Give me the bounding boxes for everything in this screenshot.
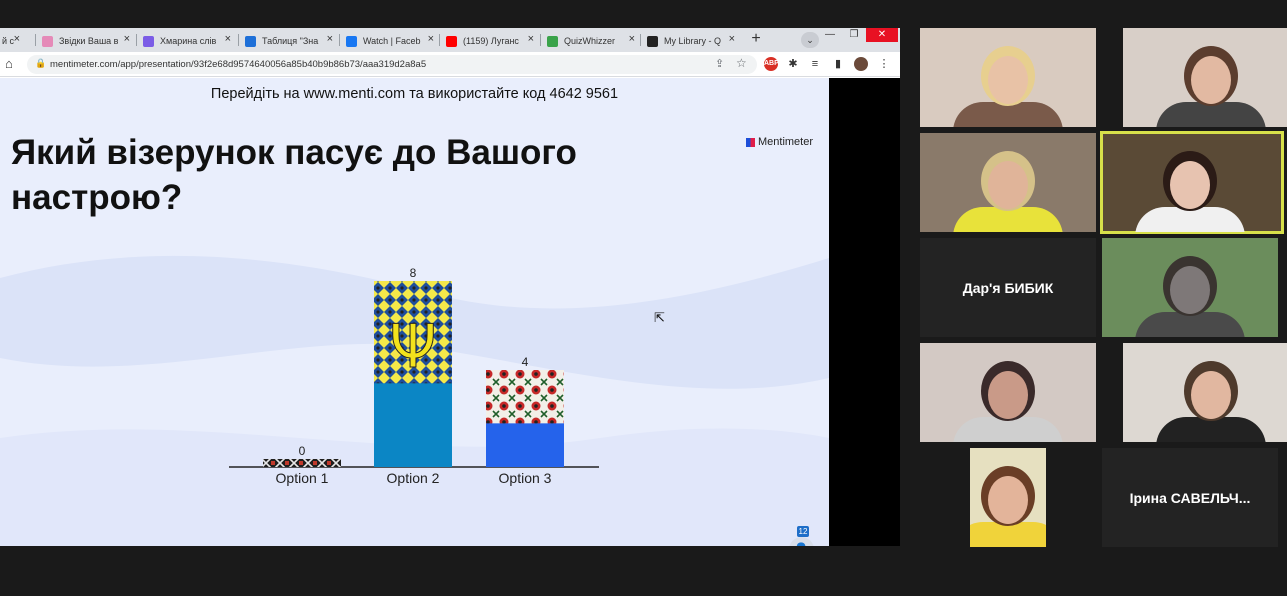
participant-face	[988, 161, 1028, 209]
participant-tile[interactable]: Дар'я БИБИК	[920, 238, 1096, 337]
tab-strip: й с × Звідки Ваша в × Хмарина слів × Таблиця "…	[0, 28, 900, 52]
browser-tab[interactable]: QuizWhizzer ×	[541, 30, 641, 52]
side-panel-icon[interactable]: ▮	[831, 57, 845, 71]
bar-value-label: 4	[522, 355, 529, 369]
participant-tile[interactable]: Ірина САВЕЛЬЧ...	[1102, 448, 1278, 547]
participant-tile[interactable]	[970, 448, 1046, 547]
browser-tab[interactable]: й с ×	[0, 30, 26, 52]
participant-tile[interactable]	[1123, 28, 1287, 127]
tab-label: My Library - Q	[664, 36, 722, 46]
browser-tab[interactable]: Таблиця "Зна ×	[239, 30, 339, 52]
facebook-icon	[346, 35, 357, 47]
browser-tab[interactable]: (1159) Луганс ×	[440, 30, 540, 52]
participant-face	[988, 371, 1028, 419]
tab-close-icon[interactable]: ×	[629, 33, 635, 45]
mouse-cursor-icon: ⇱	[654, 310, 665, 325]
lock-icon[interactable]: 🔒	[35, 58, 46, 69]
tab-separator	[35, 34, 36, 46]
tab-separator	[640, 34, 641, 46]
url-text[interactable]: mentimeter.com/app/presentation/93f2e68d…	[50, 59, 426, 70]
youtube-icon	[446, 35, 457, 47]
tab-label: Watch | Faceb	[363, 36, 421, 46]
chart-icon	[143, 35, 154, 47]
window-close-icon[interactable]: ✕	[866, 28, 898, 42]
participant-name: Ірина САВЕЛЬЧ...	[1129, 489, 1251, 506]
bar-1-pattern	[263, 459, 341, 467]
tab-separator	[238, 34, 239, 46]
tab-close-icon[interactable]: ×	[428, 33, 434, 45]
new-tab-plus-icon[interactable]: +	[747, 31, 765, 49]
tab-separator	[136, 34, 137, 46]
share-icon[interactable]: ⇪	[715, 57, 724, 70]
home-icon[interactable]: ⌂	[5, 57, 19, 71]
participant-tile[interactable]	[920, 133, 1096, 232]
presentation-slide: Перейдіть на www.menti.com та використай…	[0, 78, 829, 546]
omnibox[interactable]: 🔒 mentimeter.com/app/presentation/93f2e6…	[27, 55, 757, 74]
participant-name: Дар'я БИБИК	[962, 279, 1054, 296]
bar-3-pattern	[486, 370, 564, 424]
browser-tab[interactable]: Хмарина слів ×	[137, 30, 237, 52]
browser-window: й с × Звідки Ваша в × Хмарина слів × Таблиця "…	[0, 28, 900, 546]
bar-value-label: 0	[299, 444, 306, 458]
tab-separator	[540, 34, 541, 46]
category-label: Option 1	[276, 470, 329, 486]
category-label: Option 3	[499, 470, 552, 486]
participant-face	[1170, 266, 1210, 314]
participant-tile[interactable]	[1123, 343, 1287, 442]
participant-tile[interactable]	[1102, 238, 1278, 337]
participant-tile[interactable]	[1100, 131, 1284, 234]
tab-separator	[339, 34, 340, 46]
pink-shirt-icon	[42, 35, 53, 47]
media-playlist-icon[interactable]: ≡	[808, 57, 822, 71]
participant-face	[1191, 56, 1231, 104]
letterbox-area	[829, 78, 900, 546]
tab-label: QuizWhizzer	[564, 36, 616, 46]
screen: й с × Звідки Ваша в × Хмарина слів × Таблиця "…	[0, 0, 1287, 596]
bar-value-label: 8	[410, 266, 417, 280]
tab-close-icon[interactable]: ×	[14, 33, 20, 45]
participant-face	[1170, 161, 1210, 209]
profile-avatar-icon[interactable]	[854, 57, 868, 71]
tab-close-icon[interactable]: ×	[528, 33, 534, 45]
category-label: Option 2	[387, 470, 440, 486]
tab-separator	[439, 34, 440, 46]
tab-label: Звідки Ваша в	[59, 36, 119, 46]
adblock-extension-icon[interactable]: ABP	[764, 57, 779, 71]
quizwhizzer-icon	[547, 35, 558, 47]
ukraine-flag-icon	[245, 35, 256, 47]
browser-tab[interactable]: Звідки Ваша в ×	[36, 30, 136, 52]
participant-face	[988, 476, 1028, 524]
tab-label: Хмарина слів	[160, 36, 217, 46]
trident-icon: Ψ	[389, 312, 436, 382]
bookmark-star-icon[interactable]: ☆	[736, 56, 747, 70]
bar-chart: 0 Option 1 8 Option 2 4 Option 3 Ψ	[229, 266, 599, 486]
participant-tile[interactable]	[920, 28, 1096, 127]
tab-label: Таблиця "Зна	[262, 36, 319, 46]
browser-tab[interactable]: Watch | Faceb ×	[340, 30, 440, 52]
restore-icon[interactable]: ❐	[842, 28, 866, 42]
tab-label: (1159) Луганс	[463, 36, 519, 46]
participant-face	[988, 56, 1028, 104]
tab-search-chevron-icon[interactable]: ⌄	[801, 32, 819, 48]
participant-face	[1191, 371, 1231, 419]
tab-close-icon[interactable]: ×	[124, 33, 130, 45]
more-menu-icon[interactable]: ⋮	[877, 57, 891, 71]
puzzle-extensions-icon[interactable]: ✱	[786, 57, 800, 71]
participant-tile[interactable]	[920, 343, 1096, 442]
tab-close-icon[interactable]: ×	[225, 33, 231, 45]
tab-close-icon[interactable]: ×	[327, 33, 333, 45]
address-bar: ⌂ 🔒 mentimeter.com/app/presentation/93f2…	[0, 52, 900, 77]
minimize-icon[interactable]: —	[818, 28, 842, 42]
tab-close-icon[interactable]: ×	[729, 33, 735, 45]
browser-tab[interactable]: My Library - Q ×	[641, 30, 741, 52]
response-count-badge: 12	[797, 526, 809, 537]
quizizz-icon	[647, 35, 658, 47]
